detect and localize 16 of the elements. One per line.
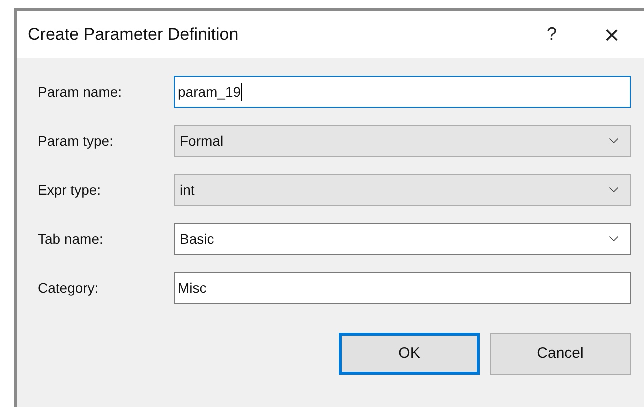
text-cursor [241,83,242,101]
dialog-button[interactable]: OK [339,333,480,375]
field-label: Category: [38,278,100,298]
dropdown[interactable]: Formal [174,125,631,157]
window-title: Create Parameter Definition [28,24,240,46]
field-label: Param type: [38,132,114,151]
field-label: Expr type: [38,180,102,200]
dropdown[interactable]: Basic [174,223,631,255]
help-button[interactable]: ? [532,18,572,50]
field-label: Param name: [38,82,124,102]
text-field[interactable]: param_19 [174,76,631,108]
field-label: Tab name: [38,230,104,248]
close-button[interactable]: × [592,18,632,50]
text-field[interactable]: Misc [174,272,631,304]
dialog-button[interactable]: Cancel [490,333,631,375]
dropdown[interactable]: int [174,174,631,206]
